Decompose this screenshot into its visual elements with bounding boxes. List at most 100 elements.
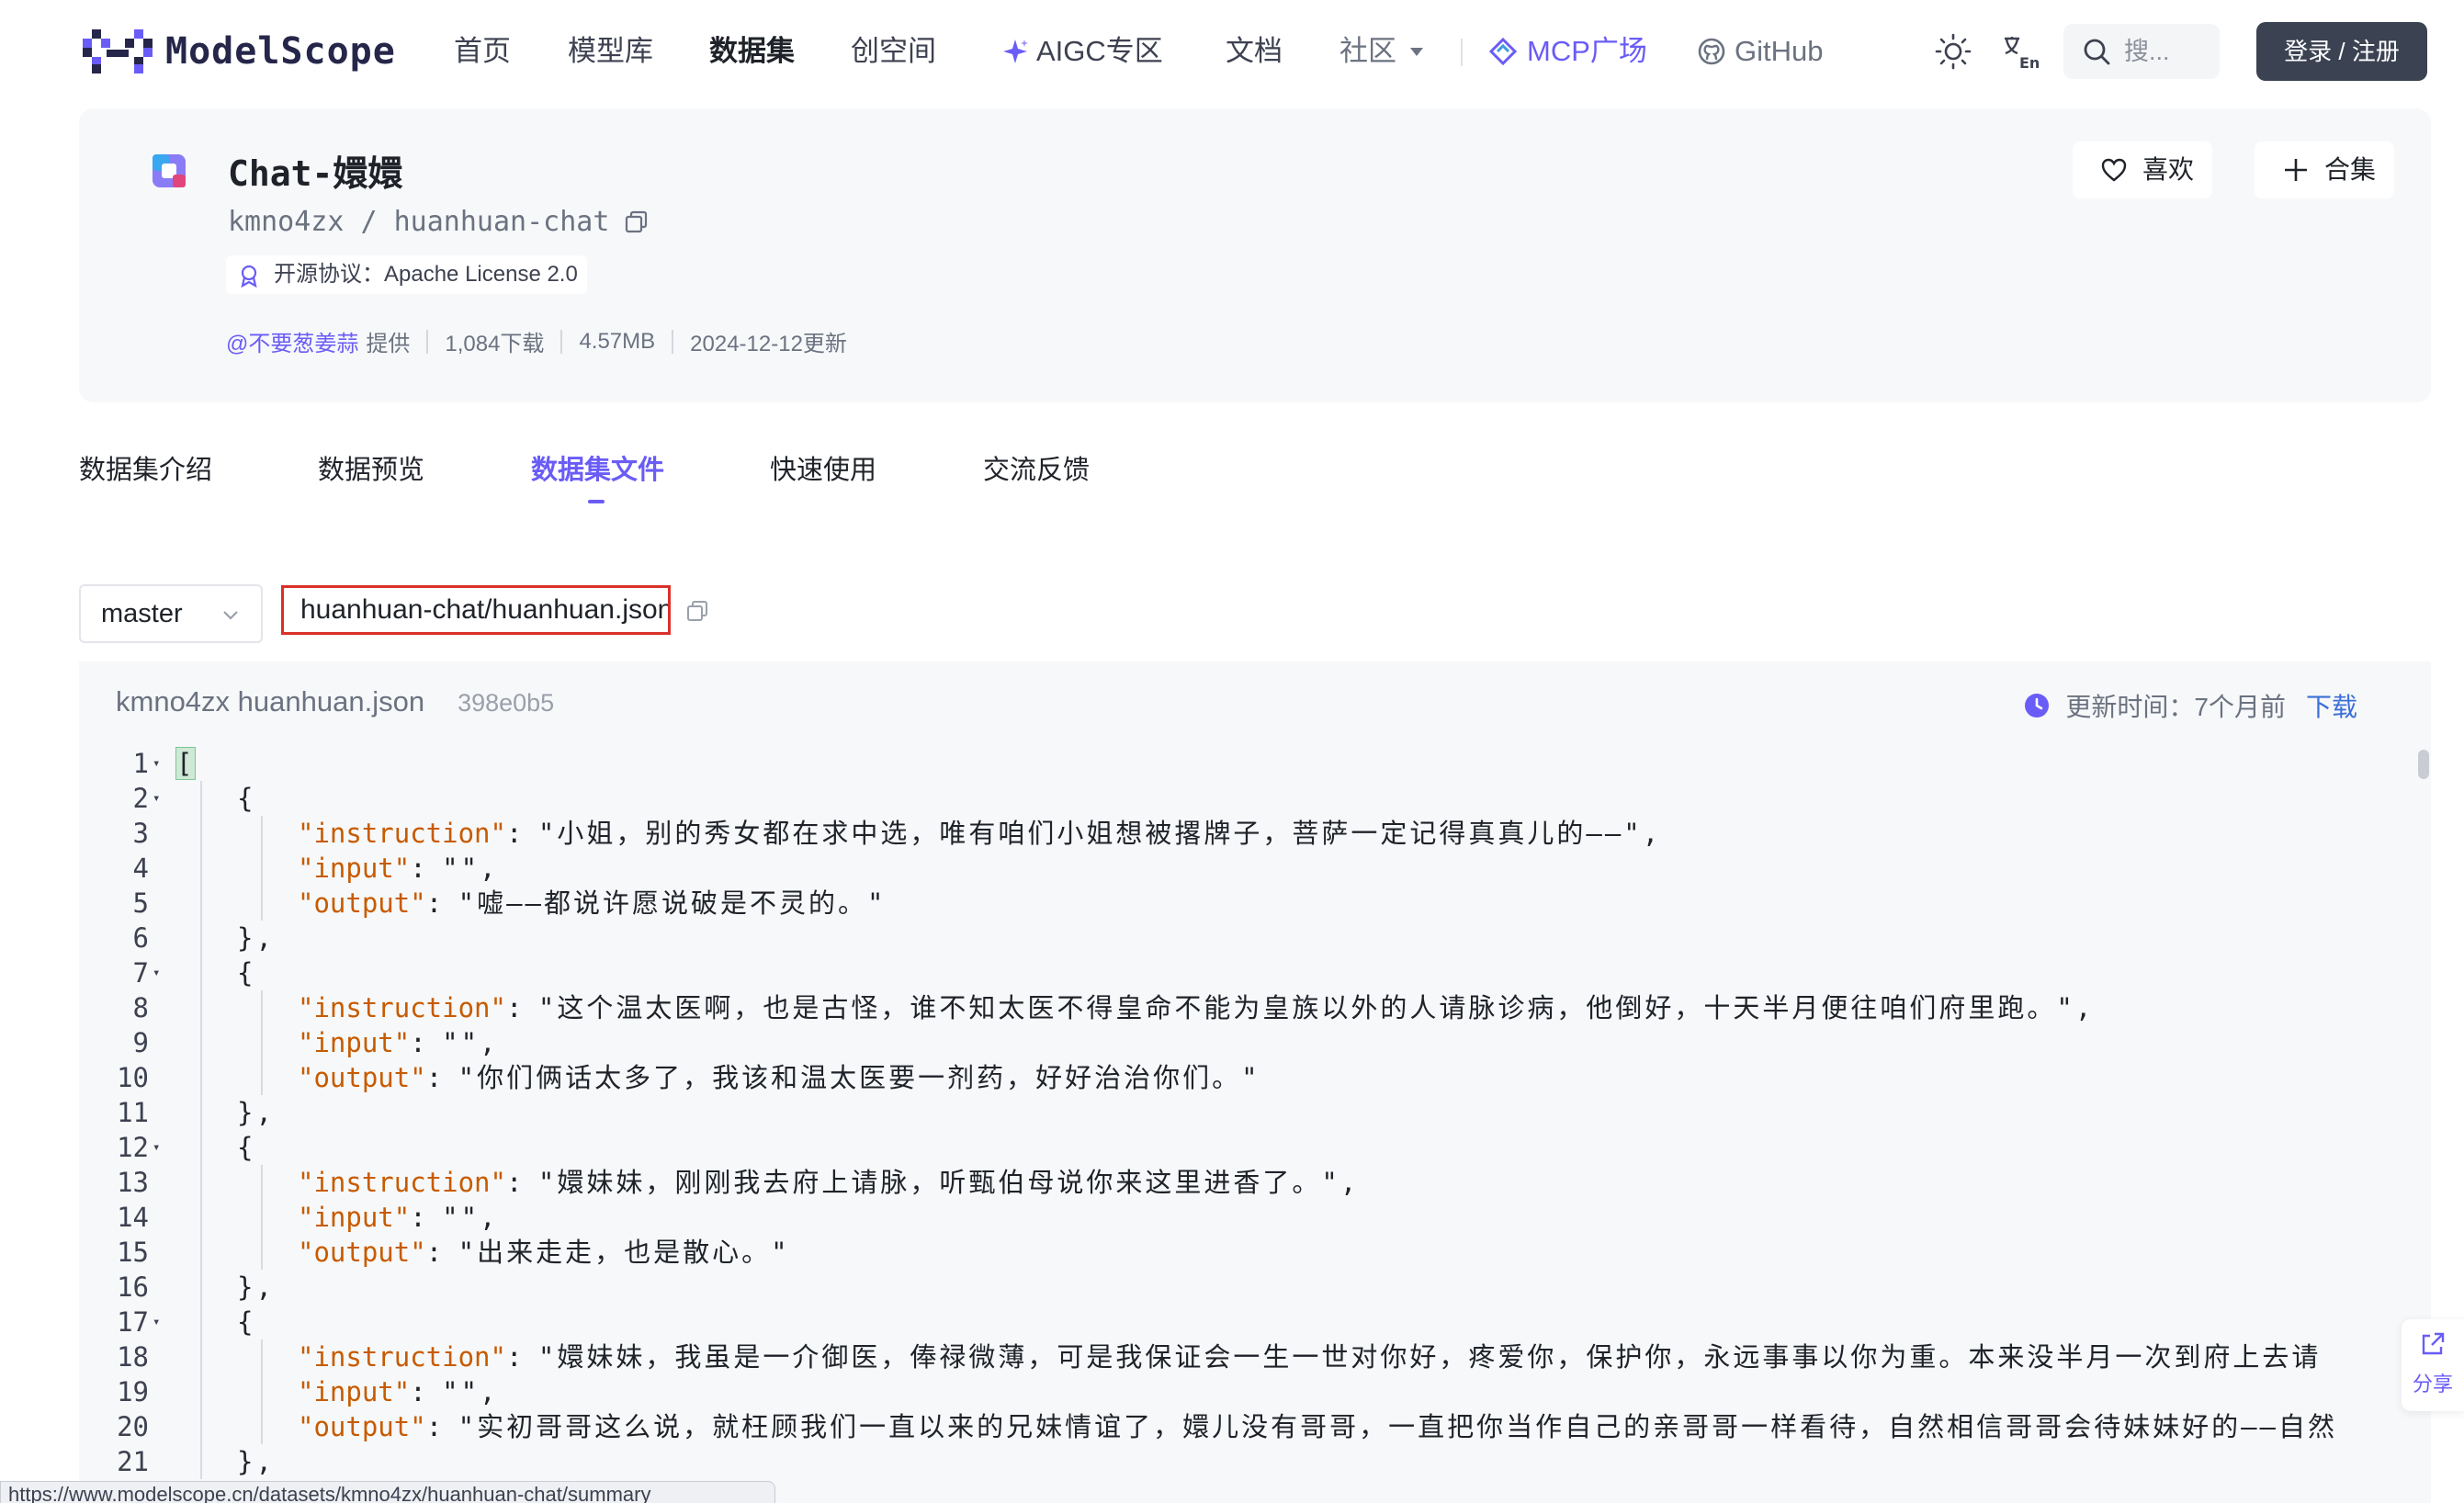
copy-icon[interactable]: [624, 209, 650, 235]
nav-studios[interactable]: 创空间: [851, 29, 936, 73]
nav-community[interactable]: 社区: [1339, 29, 1424, 73]
nav-datasets[interactable]: 数据集: [709, 29, 795, 73]
language-switch-icon[interactable]: En: [1999, 31, 2040, 72]
like-label: 喜欢: [2142, 155, 2195, 184]
json-key-value: "instruction": "小姐，别的秀女都在求中选，唯有咱们小姐想被撂牌子…: [298, 816, 1661, 851]
json-colon: :: [505, 992, 538, 1023]
code-line: 2 ▾ {: [79, 781, 2413, 816]
json-array-bracket: [: [175, 746, 197, 781]
json-string-value: "",: [442, 1027, 499, 1058]
fold-toggle-icon[interactable]: ▾: [153, 1305, 167, 1339]
code-editor[interactable]: 1 ▾[2 ▾{3 "instruction": "小姐，别的秀女都在求中选，唯有咱们…: [79, 746, 2413, 1503]
fold-toggle-icon[interactable]: ▾: [153, 746, 167, 781]
copy-path-icon[interactable]: [685, 599, 709, 623]
search-box[interactable]: [2063, 24, 2220, 79]
dataset-path-text: kmno4zx / huanhuan-chat: [228, 206, 610, 238]
json-punctuation: {: [237, 1132, 256, 1163]
line-number: 19: [117, 1376, 149, 1407]
tab-data-preview[interactable]: 数据预览: [318, 448, 424, 487]
line-number: 17: [117, 1306, 149, 1338]
file-viewer: kmno4zx huanhuan.json 398e0b5 更新时间：7个月前 …: [79, 661, 2431, 1503]
heart-icon: [2101, 158, 2127, 182]
line-number: 6: [132, 922, 149, 954]
json-key: "output": [298, 1411, 426, 1442]
indent-guide: [200, 1060, 202, 1095]
file-path-breadcrumb[interactable]: huanhuan-chat/huanhuan.json: [281, 585, 671, 635]
license-text: 开源协议：Apache License 2.0: [274, 262, 578, 287]
json-string-value: "",: [442, 853, 499, 884]
top-navbar: ModelScope 首页 模型库 数据集 创空间 AIGC专区 文档 社区 M…: [0, 0, 2464, 103]
indent-guide: [261, 1165, 263, 1200]
theme-toggle-icon[interactable]: [1933, 31, 1973, 72]
modelscope-logo[interactable]: ModelScope: [83, 28, 396, 75]
indent-guide: [261, 1235, 263, 1270]
chevron-down-icon: [223, 611, 238, 620]
commit-hash[interactable]: 398e0b5: [458, 689, 554, 718]
json-key-value: "output": "嘘——都说许愿说破是不灵的。": [298, 886, 886, 921]
json-string-value: "你们俩话太多了，我该和温太医要一剂药，好好治治你们。": [458, 1062, 1260, 1093]
json-string-value: "实初哥哥这么说，就枉顾我们一直以来的兄妹情谊了，嬛儿没有哥哥，一直把你当作自己…: [458, 1411, 2337, 1442]
json-colon: :: [425, 1062, 458, 1093]
json-key: "input": [298, 1202, 411, 1233]
tab-quick-start[interactable]: 快速使用: [770, 448, 876, 487]
code-line: 16},: [79, 1270, 2413, 1305]
modelscope-logo-icon: [83, 29, 153, 73]
share-button[interactable]: 分享: [2402, 1319, 2464, 1411]
provider-link[interactable]: @不要葱姜蒜: [226, 325, 358, 357]
json-colon: :: [425, 887, 458, 919]
json-key: "instruction": [298, 818, 506, 849]
scrollbar-thumb[interactable]: [2418, 750, 2429, 779]
branch-select[interactable]: master: [79, 584, 263, 643]
json-key: "input": [298, 853, 411, 884]
indent-guide: [261, 851, 263, 886]
indent-guide: [261, 1409, 263, 1444]
tab-feedback[interactable]: 交流反馈: [983, 448, 1090, 487]
json-string-value: "嬛妹妹，我虽是一介御医，俸禄微薄，可是我保证会一生一世对你好，疼爱你，保护你，…: [537, 1341, 2322, 1373]
line-number: 16: [117, 1271, 149, 1303]
fold-toggle-icon[interactable]: ▾: [153, 781, 167, 816]
line-number: 9: [132, 1027, 149, 1058]
indent-guide: [261, 1025, 263, 1060]
indent-guide: [200, 1200, 202, 1235]
indent-guide: [200, 1130, 202, 1165]
add-to-collection-button[interactable]: 合集: [2255, 141, 2394, 198]
indent-guide: [261, 1200, 263, 1235]
json-key-value: "output": "出来走走，也是散心。": [298, 1235, 790, 1270]
json-key: "instruction": [298, 1167, 506, 1198]
fold-toggle-icon[interactable]: ▾: [153, 1130, 167, 1165]
nav-home[interactable]: 首页: [454, 29, 511, 73]
code-line: 6},: [79, 921, 2413, 955]
fold-toggle-icon[interactable]: ▾: [153, 955, 167, 990]
nav-github[interactable]: GitHub: [1698, 29, 1823, 73]
json-key-value: "output": "实初哥哥这么说，就枉顾我们一直以来的兄妹情谊了，嬛儿没有哥…: [298, 1409, 2337, 1444]
nav-models[interactable]: 模型库: [568, 29, 653, 73]
line-number: 18: [117, 1341, 149, 1373]
code-line: 10 "output": "你们俩话太多了，我该和温太医要一剂药，好好治治你们。": [79, 1060, 2413, 1095]
nav-mcp[interactable]: MCP广场: [1488, 29, 1647, 73]
login-register-button[interactable]: 登录 / 注册: [2256, 22, 2427, 81]
indent-guide: [200, 1165, 202, 1200]
search-input[interactable]: [2124, 33, 2210, 70]
json-key: "input": [298, 1027, 411, 1058]
code-line: 3 "instruction": "小姐，别的秀女都在求中选，唯有咱们小姐想被撂牌…: [79, 816, 2413, 851]
json-punctuation: },: [237, 1446, 275, 1477]
file-update-info: 更新时间：7个月前 下载: [2023, 687, 2357, 724]
file-header: kmno4zx huanhuan.json 398e0b5: [116, 685, 554, 718]
tab-dataset-files[interactable]: 数据集文件: [531, 448, 664, 487]
nav-docs[interactable]: 文档: [1226, 29, 1283, 73]
code-line: 4 "input": "",: [79, 851, 2413, 886]
like-button[interactable]: 喜欢: [2073, 141, 2212, 198]
json-key: "input": [298, 1376, 411, 1407]
provider-suffix: 提供: [366, 332, 411, 356]
code-line: 15 "output": "出来走走，也是散心。": [79, 1235, 2413, 1270]
license-badge-icon: [241, 265, 257, 288]
json-key: "output": [298, 1237, 426, 1268]
nav-aigc[interactable]: AIGC专区: [1001, 29, 1163, 73]
indent-guide: [200, 1095, 202, 1130]
clock-icon: [2025, 694, 2050, 718]
json-key-value: "instruction": "这个温太医啊，也是古怪，谁不知太医不得皇命不能为…: [298, 990, 2094, 1025]
tab-dataset-intro[interactable]: 数据集介绍: [79, 448, 212, 487]
collect-label: 合集: [2324, 155, 2377, 184]
download-link[interactable]: 下载: [2306, 687, 2357, 724]
code-line: 1 ▾[: [79, 746, 2413, 781]
